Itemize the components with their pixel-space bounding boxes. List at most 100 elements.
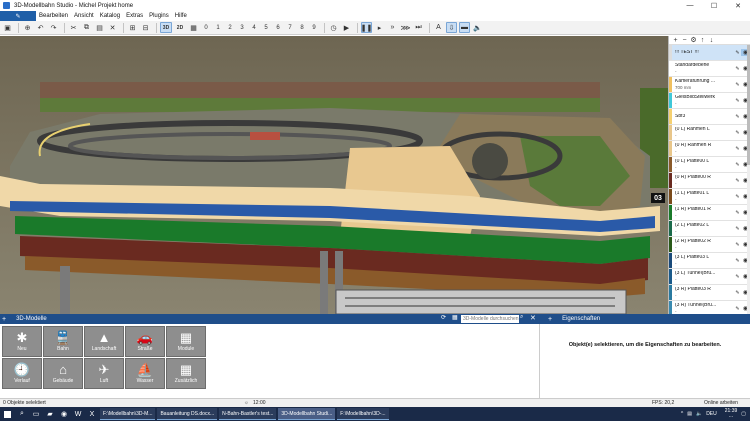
layer-edit-icon[interactable]: ✎ xyxy=(734,162,741,168)
layer-edit-icon[interactable]: ✎ xyxy=(734,98,741,104)
delete-icon[interactable]: ✕ xyxy=(107,22,118,33)
play-icon[interactable]: ▶ xyxy=(341,22,352,33)
maximize-button[interactable]: ☐ xyxy=(702,0,726,11)
ungroup-icon[interactable]: ⊟ xyxy=(140,22,151,33)
layer-edit-icon[interactable]: ✎ xyxy=(734,194,741,200)
simulation-time[interactable]: 12:00 xyxy=(253,400,266,406)
layers-icon[interactable]: ▦ xyxy=(188,22,199,33)
layer-row[interactable]: (0 R) Rahmen R - ✎ ◉ xyxy=(669,141,750,157)
layer-row[interactable]: GleisBildStellwerk - ✎ ◉ xyxy=(669,93,750,109)
cut-icon[interactable]: ✂ xyxy=(68,22,79,33)
language-indicator[interactable]: DEU xyxy=(706,411,717,417)
camera-text-icon[interactable]: A xyxy=(433,22,444,33)
pause-button[interactable]: ❚❚ xyxy=(361,22,372,33)
task-browser[interactable]: N-Bahn-Bastler's test... xyxy=(219,408,277,420)
layer-settings-icon[interactable]: ⚙ xyxy=(689,36,698,44)
tile-water[interactable]: ⛵ Wasser xyxy=(125,358,165,389)
layer-edit-icon[interactable]: ✎ xyxy=(734,226,741,232)
network-icon[interactable]: ▤ xyxy=(687,411,692,417)
notifications-icon[interactable]: ▢ xyxy=(741,411,746,417)
models-search-input[interactable] xyxy=(461,315,519,323)
layer-2-button[interactable]: 2 xyxy=(225,22,235,33)
task-explorer-1[interactable]: F:\Modellbahn\3D-M... xyxy=(100,408,156,420)
view-2d-button[interactable]: 2D xyxy=(174,22,186,33)
tile-buildings[interactable]: ⌂ Gebäude xyxy=(43,358,83,389)
remove-layer-icon[interactable]: − xyxy=(680,37,689,44)
faster-icon[interactable]: ⋙ xyxy=(400,22,411,33)
copy-icon[interactable]: ⧉ xyxy=(81,22,92,33)
expand-icon[interactable]: + xyxy=(2,316,6,323)
tile-new[interactable]: ✱ Neu xyxy=(2,326,42,357)
clock[interactable]: 21:39 ... xyxy=(721,408,738,420)
task-word-doc[interactable]: Bauanleitung DS.docx... xyxy=(157,408,218,420)
menu-extras[interactable]: Extras xyxy=(123,13,146,19)
group-icon[interactable]: ⊞ xyxy=(127,22,138,33)
layer-row[interactable]: (0 L) Rahmen L - ✎ ◉ xyxy=(669,125,750,141)
menu-bearbeiten[interactable]: Bearbeiten xyxy=(36,13,71,19)
layer-4-button[interactable]: 4 xyxy=(249,22,259,33)
tile-landscape[interactable]: ▲ Landschaft xyxy=(84,326,124,357)
sound-icon[interactable]: 🔈 xyxy=(472,22,483,33)
edit-mode-tab[interactable]: ✎ xyxy=(0,11,36,21)
layer-9-button[interactable]: 9 xyxy=(309,22,319,33)
layer-0-button[interactable]: 0 xyxy=(201,22,211,33)
layer-7-button[interactable]: 7 xyxy=(285,22,295,33)
menu-katalog[interactable]: Katalog xyxy=(97,13,123,19)
layer-row[interactable]: (3 L) Tunnel(Brü... - ✎ ◉ xyxy=(669,269,750,285)
view-3d-button[interactable]: 3D xyxy=(160,22,172,33)
layer-row[interactable]: (0 L) Platte00 L - ✎ ◉ xyxy=(669,157,750,173)
menu-hilfe[interactable]: Hilfe xyxy=(172,13,190,19)
fast-forward-icon[interactable]: » xyxy=(387,22,398,33)
layer-row[interactable]: (0 R) Platte00 R - ✎ ◉ xyxy=(669,173,750,189)
layer-row[interactable]: Standardebene - ✎ ◉ xyxy=(669,61,750,77)
save-icon[interactable]: ▣ xyxy=(2,22,13,33)
close-button[interactable]: ✕ xyxy=(726,0,750,11)
browser-icon[interactable]: ◉ xyxy=(58,408,70,420)
layer-5-button[interactable]: 5 xyxy=(261,22,271,33)
paste-icon[interactable]: ▤ xyxy=(94,22,105,33)
layer-edit-icon[interactable]: ✎ xyxy=(734,66,741,72)
refresh-icon[interactable]: ⟳ xyxy=(441,314,446,321)
tile-additional[interactable]: ▦ Zusätzlich xyxy=(166,358,206,389)
word-icon[interactable]: W xyxy=(72,408,84,420)
undo-icon[interactable]: ↶ xyxy=(35,22,46,33)
search-icon[interactable]: ⌕ xyxy=(16,408,28,420)
layer-6-button[interactable]: 6 xyxy=(273,22,283,33)
add-layer-icon[interactable]: + xyxy=(671,37,680,44)
layer-edit-icon[interactable]: ✎ xyxy=(734,258,741,264)
folder-icon[interactable]: ▰ xyxy=(44,408,56,420)
layer-edit-icon[interactable]: ✎ xyxy=(734,146,741,152)
layer-row[interactable]: (1 R) Platte01 R - ✎ ◉ xyxy=(669,205,750,221)
minimize-button[interactable]: — xyxy=(678,0,702,11)
sun-icon[interactable]: ☼ xyxy=(244,400,249,406)
tile-air[interactable]: ✈ Luft xyxy=(84,358,124,389)
excel-icon[interactable]: X xyxy=(86,408,98,420)
layer-row[interactable]: (2 R) Platte02 R - ✎ ◉ xyxy=(669,237,750,253)
task-explorer-2[interactable]: F:\Modellbahn\3D-... xyxy=(337,408,389,420)
volume-icon[interactable]: 🔈 xyxy=(696,411,702,417)
layer-edit-icon[interactable]: ✎ xyxy=(734,82,741,88)
layer-3-button[interactable]: 3 xyxy=(237,22,247,33)
layer-edit-icon[interactable]: ✎ xyxy=(734,274,741,280)
layer-row[interactable]: !!! TEST !!! ✎ ◉ xyxy=(669,45,750,61)
layer-edit-icon[interactable]: ✎ xyxy=(734,290,741,296)
layer-8-button[interactable]: 8 xyxy=(297,22,307,33)
layer-edit-icon[interactable]: ✎ xyxy=(734,178,741,184)
layer-row[interactable]: (3 R) Tunnel(Brü... - ✎ ◉ xyxy=(669,301,750,314)
redo-icon[interactable]: ↷ xyxy=(48,22,59,33)
expand-icon[interactable]: + xyxy=(548,316,552,323)
layer-edit-icon[interactable]: ✎ xyxy=(734,210,741,216)
layer-edit-icon[interactable]: ✎ xyxy=(734,130,741,136)
close-icon[interactable]: ✕ xyxy=(530,314,536,322)
layer-row[interactable]: (1 L) Platte01 L - ✎ ◉ xyxy=(669,189,750,205)
start-button[interactable] xyxy=(0,407,14,421)
menu-ansicht[interactable]: Ansicht xyxy=(71,13,97,19)
tile-history[interactable]: 🕘 Verlauf xyxy=(2,358,42,389)
layer-edit-icon[interactable]: ✎ xyxy=(734,242,741,248)
search-icon[interactable]: ⌕ xyxy=(520,314,523,321)
layer-edit-icon[interactable]: ✎ xyxy=(734,50,741,56)
layer-row[interactable]: Sbf3 ✎ ◉ xyxy=(669,109,750,125)
camera-lock-button[interactable]: ▬ xyxy=(459,22,470,33)
layer-1-button[interactable]: 1 xyxy=(213,22,223,33)
layer-row[interactable]: Kameraführung ... 700 mm ✎ ◉ xyxy=(669,77,750,93)
